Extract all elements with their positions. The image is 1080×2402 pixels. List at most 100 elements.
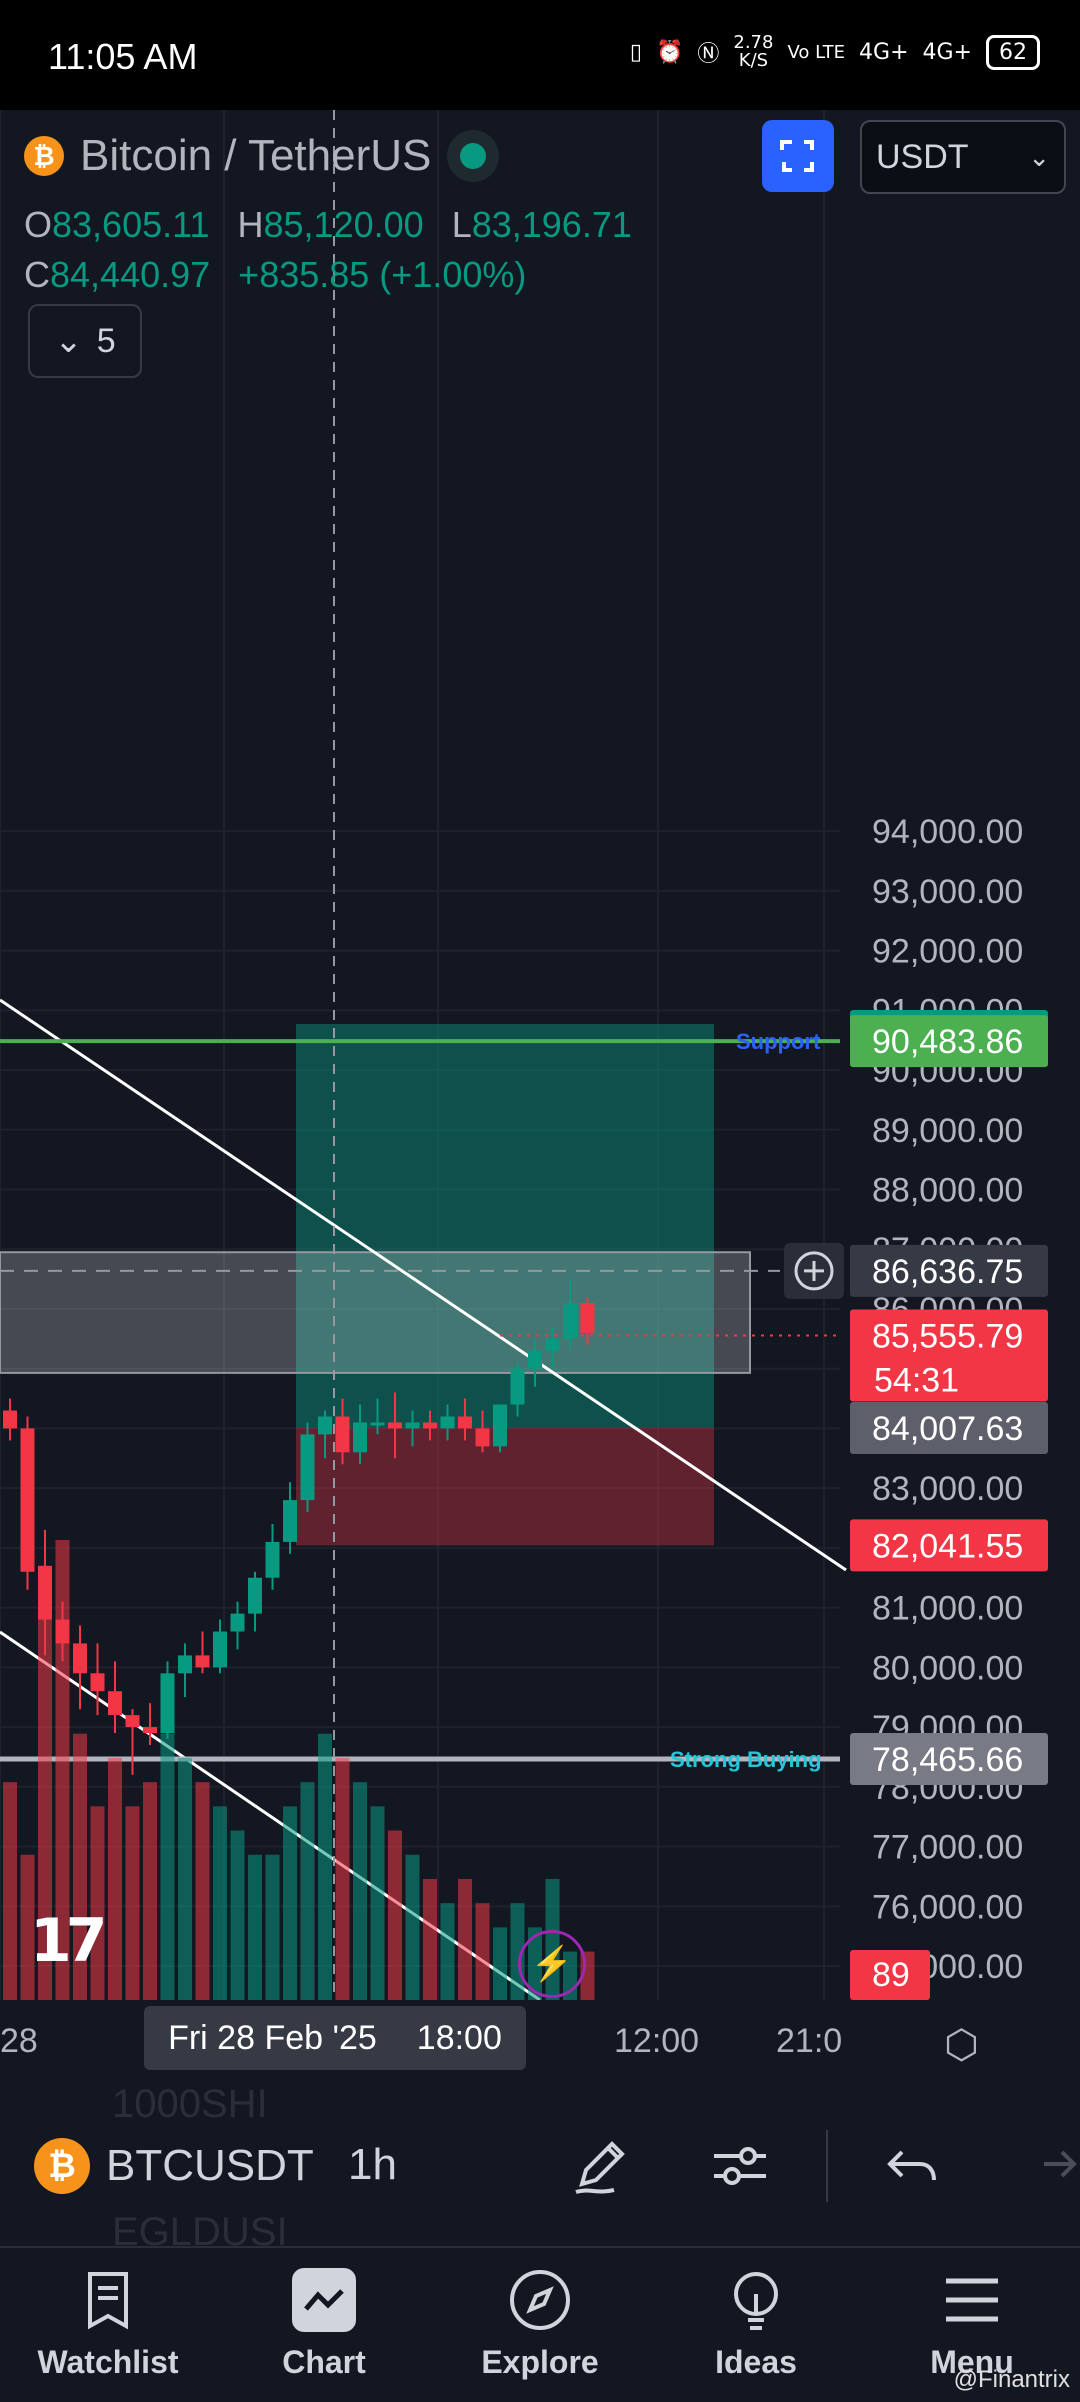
nav-watchlist-label: Watchlist (37, 2344, 179, 2380)
open-label: O (24, 204, 53, 245)
signal-4g-1: 4G+ (859, 39, 909, 65)
redo-icon (1044, 2150, 1077, 2178)
pencil-icon (575, 2141, 625, 2194)
volume-bar (230, 1830, 245, 2000)
volume-bar (3, 1782, 17, 2000)
indicators-collapse-button[interactable]: ⌄ 5 (28, 304, 142, 378)
volume-bar (300, 1782, 315, 2000)
chevron-down-icon: ⌄ (54, 322, 83, 360)
candle-body (160, 1673, 175, 1734)
battery-indicator: 62 (986, 34, 1040, 70)
bottom-navigation: Watchlist Chart Explore Ideas Menu @Fina… (0, 2246, 1080, 2402)
candle-body (545, 1338, 560, 1351)
candle-body (370, 1422, 385, 1426)
nav-ideas-label: Ideas (715, 2344, 797, 2380)
candle-body (318, 1416, 332, 1435)
price-tick-label: 77,000.00 (872, 1829, 1023, 1867)
volume-bar (265, 1854, 280, 2000)
volume-bar (143, 1782, 157, 2000)
volume-bar (248, 1854, 262, 2000)
high-value: 85,120.00 (263, 204, 424, 245)
change-value: +835.85 (+1.00%) (238, 254, 527, 295)
chevron-down-icon: ⌄ (1028, 141, 1050, 172)
nav-chart[interactable]: Chart (216, 2248, 432, 2402)
currency-value: USDT (876, 137, 969, 176)
price-label: 82,041.55 (872, 1527, 1023, 1565)
signal-4g-2: 4G+ (922, 39, 972, 65)
candle-body (90, 1673, 105, 1692)
price-tick-label: 81,000.00 (872, 1590, 1023, 1628)
indicator-count: 5 (96, 321, 116, 360)
price-tick-label: 89,000.00 (872, 1112, 1023, 1150)
high-label: H (237, 204, 264, 245)
volume-bar (195, 1782, 210, 2000)
candle-body (108, 1691, 122, 1716)
candle-body (423, 1422, 437, 1429)
chart-icon (292, 2268, 356, 2332)
candle-body (458, 1416, 472, 1429)
volume-bar (440, 1903, 455, 2000)
ghost-symbol-top: 1000SHI (112, 2082, 268, 2126)
watchlist-icon (76, 2268, 140, 2332)
nav-ideas[interactable]: Ideas (648, 2248, 864, 2402)
symbol-label: BTCUSDT (106, 2141, 314, 2190)
crosshair-time-label: Fri 28 Feb '25 18:00 (144, 2006, 526, 2070)
volume-bar (318, 1733, 332, 2000)
lightning-icon[interactable]: ⚡ (518, 1930, 586, 1998)
price-chart[interactable]: 94,000.0093,000.0092,000.0091,000.0090,0… (0, 110, 1080, 2080)
undo-button[interactable] (876, 2130, 948, 2202)
indicators-button[interactable] (704, 2130, 776, 2202)
time-tick: 21:0 (776, 2022, 843, 2060)
candle-body (580, 1302, 595, 1333)
time-axis[interactable]: 28 Fri 28 Feb '25 18:00 12:00 21:0 ⬡ (0, 2000, 1080, 2080)
currency-select[interactable]: USDT ⌄ (860, 120, 1066, 194)
watermark: @Finantrix (953, 2366, 1070, 2393)
candle-body (125, 1715, 140, 1728)
price-label: 84,007.63 (872, 1410, 1023, 1448)
price-label: 90,483.86 (872, 1023, 1023, 1061)
chart-settings-icon[interactable]: ⬡ (944, 2022, 979, 2068)
volume-bar (458, 1878, 472, 2000)
nav-watchlist[interactable]: Watchlist (0, 2248, 216, 2402)
redo-button[interactable] (1016, 2130, 1080, 2202)
candle-body (230, 1613, 245, 1632)
close-value: 84,440.97 (50, 254, 211, 295)
crosshair-date: Fri 28 Feb '25 (168, 2018, 377, 2057)
symbol-selector[interactable]: ₿ BTCUSDT (34, 2138, 314, 2194)
low-label: L (451, 204, 472, 245)
price-label: 86,636.75 (872, 1253, 1023, 1291)
status-time: 11:05 AM (48, 36, 198, 77)
time-tick: 28 (0, 2022, 38, 2060)
candle-body (405, 1422, 420, 1429)
toolbar-divider (826, 2130, 828, 2202)
net-speed-unit: K/S (738, 50, 769, 71)
lightbulb-icon (724, 2268, 788, 2332)
sliders-icon (714, 2147, 766, 2185)
pair-title[interactable]: Bitcoin / TetherUS (80, 131, 431, 181)
alarm-icon: ⏰ (655, 39, 684, 65)
symbol-header[interactable]: ₿ Bitcoin / TetherUS (24, 130, 500, 182)
drawing-tools-button[interactable] (564, 2130, 636, 2202)
nav-chart-label: Chart (282, 2344, 366, 2380)
volume-bar (335, 1757, 350, 2000)
fullscreen-button[interactable] (762, 120, 834, 192)
status-bar: 11:05 AM ▯ ⏰ Ⓝ 2.78 K/S Vo LTE 4G+ 4G+ 62 (0, 0, 1080, 110)
status-icons: ▯ ⏰ Ⓝ 2.78 K/S Vo LTE 4G+ 4G+ 62 (630, 34, 1040, 70)
volume-bar (125, 1806, 140, 2000)
volume-bar (423, 1878, 437, 2000)
nav-explore-label: Explore (481, 2344, 599, 2380)
candle-body (178, 1655, 192, 1674)
chart-area[interactable]: 94,000.0093,000.0092,000.0091,000.0090,0… (0, 110, 1080, 2080)
price-tick-label: 88,000.00 (872, 1172, 1023, 1210)
time-tick: 12:00 (614, 2022, 700, 2060)
volume-bar (493, 1927, 507, 2000)
price-tick-label: 80,000.00 (872, 1649, 1023, 1687)
candle-body (335, 1416, 350, 1453)
candle-body (248, 1577, 262, 1614)
price-tick-label: 83,000.00 (872, 1470, 1023, 1508)
interval-selector[interactable]: 1h (348, 2140, 397, 2190)
market-status-icon[interactable] (447, 130, 500, 182)
candle-body (213, 1631, 227, 1668)
nav-explore[interactable]: Explore (432, 2248, 648, 2402)
bar-countdown: 54:31 (874, 1362, 959, 1400)
